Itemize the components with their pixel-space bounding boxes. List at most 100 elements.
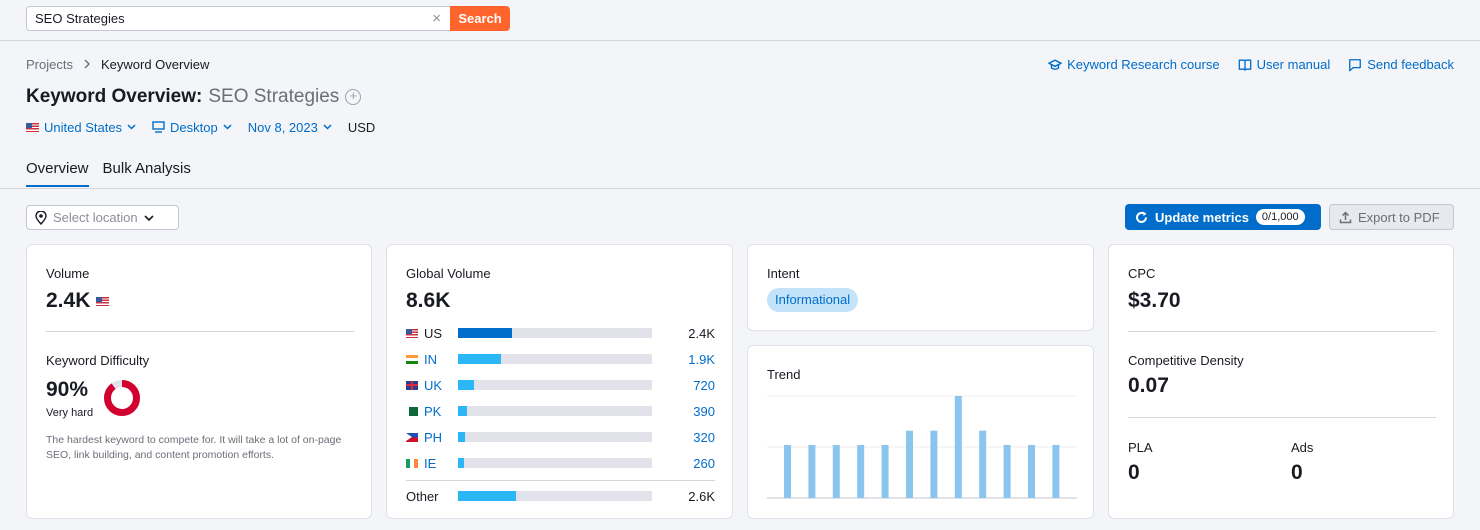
global-volume-value: 8.6K: [406, 289, 451, 312]
country-code-label[interactable]: PH: [424, 430, 442, 445]
page-title-keyword: SEO Strategies: [208, 86, 340, 107]
country-dropdown[interactable]: United States: [26, 120, 136, 135]
country-code: PK: [406, 404, 458, 419]
volume-bar-fill: [458, 432, 466, 442]
intent-badge: Informational: [767, 288, 859, 312]
global-volume-row: IN 1.9K: [406, 351, 716, 367]
country-code-label[interactable]: UK: [424, 378, 442, 393]
ads-label: Ads: [1291, 440, 1314, 455]
country-volume-value[interactable]: 720: [652, 378, 715, 393]
top-search-bar: × Search: [0, 0, 1480, 41]
help-links: Keyword Research course User manual Send…: [1048, 57, 1454, 72]
location-select[interactable]: Select location: [26, 205, 179, 230]
device-dropdown[interactable]: Desktop: [152, 120, 232, 135]
volume-bar-fill: [458, 354, 501, 364]
chat-bubble-icon: [1349, 58, 1362, 71]
trend-bar[interactable]: [881, 444, 889, 498]
tabs: Overview Bulk Analysis: [26, 160, 191, 187]
volume-bar-fill: [458, 458, 464, 468]
chevron-down-icon: [127, 124, 136, 130]
country-code: PH: [406, 430, 458, 445]
volume-number: 2.4K: [46, 289, 91, 312]
search-input[interactable]: [35, 7, 415, 30]
location-pin-icon: [35, 210, 47, 225]
trend-bar[interactable]: [832, 444, 840, 498]
cpc-label: CPC: [1128, 266, 1156, 281]
upload-icon: [1339, 210, 1352, 223]
global-volume-divider: [406, 480, 715, 481]
close-icon[interactable]: ×: [432, 10, 441, 27]
keyword-difficulty-description: The hardest keyword to compete for. It w…: [46, 434, 342, 461]
competitive-density-value: 0.07: [1128, 374, 1169, 397]
chevron-right-icon: [83, 57, 91, 72]
manual-label: User manual: [1256, 57, 1331, 72]
other-bar-fill: [458, 491, 517, 501]
trend-bar[interactable]: [1052, 444, 1060, 498]
us-flag-icon: [26, 122, 39, 132]
page-title-label: Keyword Overview:: [26, 86, 203, 107]
breadcrumb-current: Keyword Overview: [100, 57, 210, 72]
country-volume-value: 2.4K: [688, 325, 715, 341]
global-volume-row: UK 720: [406, 377, 716, 393]
breadcrumb: Projects Keyword Overview: [26, 57, 209, 72]
location-placeholder: Select location: [53, 210, 138, 225]
book-icon: [1238, 59, 1251, 71]
trend-bar[interactable]: [808, 444, 816, 498]
page-title: Keyword Overview: SEO Strategies +: [26, 86, 362, 108]
export-pdf-button[interactable]: Export to PDF: [1329, 204, 1454, 230]
add-to-list-icon[interactable]: +: [345, 89, 362, 105]
country-code-label[interactable]: PK: [424, 404, 441, 419]
trend-bar[interactable]: [906, 430, 913, 498]
trend-bar[interactable]: [1003, 444, 1011, 498]
trend-label: Trend: [767, 367, 801, 382]
ads-value: 0: [1291, 461, 1303, 484]
date-dropdown[interactable]: Nov 8, 2023: [248, 120, 332, 135]
cpc-divider: [1128, 331, 1436, 332]
search-button[interactable]: Search: [450, 6, 510, 31]
trend-bar[interactable]: [784, 444, 791, 498]
volume-bar-track: [458, 354, 652, 364]
monitor-icon: [152, 121, 165, 133]
trend-bar[interactable]: [954, 396, 962, 498]
keyword-difficulty-label: Keyword Difficulty: [46, 353, 150, 368]
tab-bulk-analysis[interactable]: Bulk Analysis: [103, 160, 191, 187]
trend-bar[interactable]: [930, 430, 938, 498]
update-metrics-button[interactable]: Update metrics 0/1,000: [1125, 204, 1321, 230]
trend-bar[interactable]: [857, 444, 865, 498]
user-manual-link[interactable]: User manual: [1238, 57, 1331, 72]
tab-overview[interactable]: Overview: [26, 160, 89, 187]
trend-bar[interactable]: [1028, 444, 1035, 498]
feedback-label: Send feedback: [1367, 57, 1454, 72]
country-code-label[interactable]: IE: [424, 456, 436, 471]
volume-bar-track: [458, 406, 652, 416]
other-bar-track: [458, 491, 652, 501]
country-volume-value[interactable]: 320: [652, 430, 715, 445]
country-code: US: [406, 326, 458, 341]
country-volume-value[interactable]: 260: [652, 456, 715, 471]
density-divider: [1128, 417, 1436, 418]
trend-card: Trend: [747, 345, 1094, 519]
update-metrics-label: Update metrics: [1155, 209, 1249, 225]
chevron-down-icon: [323, 124, 332, 130]
country-code-label[interactable]: IN: [424, 352, 437, 367]
volume-card: Volume 2.4K Keyword Difficulty 90% Very …: [26, 244, 372, 519]
device-label: Desktop: [170, 119, 218, 135]
keyword-research-course-link[interactable]: Keyword Research course: [1048, 57, 1220, 72]
country-volume-value[interactable]: 390: [652, 404, 715, 419]
pla-label: PLA: [1128, 440, 1153, 455]
global-volume-row: IE 260: [406, 455, 716, 471]
intent-label: Intent: [767, 266, 800, 281]
trend-chart: [767, 395, 1077, 499]
country-volume-value[interactable]: 1.9K: [652, 352, 715, 367]
volume-divider: [46, 331, 354, 332]
country-label: United States: [44, 119, 123, 135]
volume-label: Volume: [46, 266, 90, 281]
volume-bar-track: [458, 328, 652, 338]
pla-value: 0: [1128, 461, 1140, 484]
send-feedback-link[interactable]: Send feedback: [1348, 57, 1454, 72]
breadcrumb-projects[interactable]: Projects: [26, 57, 73, 72]
intent-card: Intent Informational: [747, 244, 1094, 331]
other-label: Other: [406, 488, 439, 504]
uk-flag-icon: [406, 380, 418, 390]
trend-bar[interactable]: [979, 430, 987, 498]
